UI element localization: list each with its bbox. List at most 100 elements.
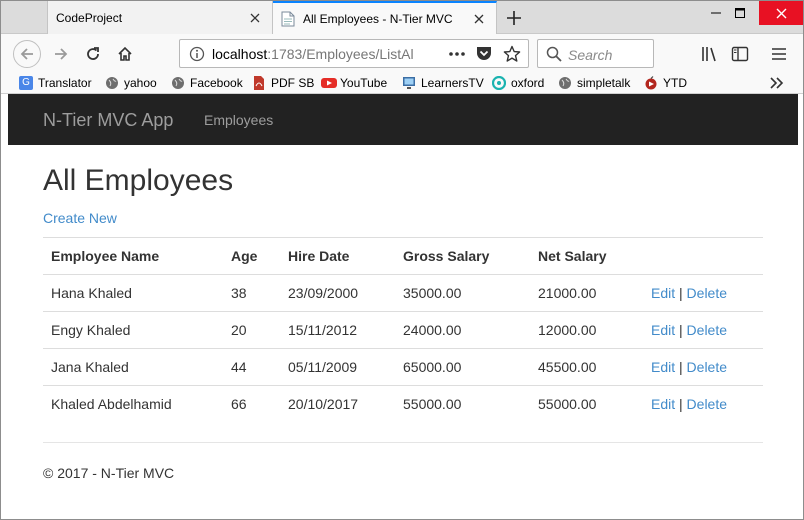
gross-salary-cell: 55000.00 [395,385,530,423]
column-header: Employee Name [43,237,223,275]
column-header: Net Salary [530,237,643,275]
browser-toolbar: localhost:1783/Employees/ListAl Search [1,34,803,72]
bookmarks-overflow-icon[interactable] [769,74,785,92]
edit-link[interactable]: Edit [651,359,675,375]
globe-icon [105,76,119,90]
close-icon[interactable] [468,8,490,30]
delete-link[interactable]: Delete [687,322,727,338]
bookmark-label: oxford [511,76,545,90]
delete-link[interactable]: Delete [687,359,727,375]
globe-icon [171,76,185,90]
column-header: Hire Date [280,237,395,275]
net-salary-cell: 55000.00 [530,385,643,423]
hire-date-cell: 15/11/2012 [280,311,395,349]
bookmark-label: Translator [38,76,92,90]
bookmark-label: yahoo [124,76,157,90]
tab-title: CodeProject [56,10,123,25]
table-row: Jana Khaled 44 05/11/2009 65000.00 45500… [43,348,763,386]
reload-button[interactable] [79,40,107,68]
oxford-icon [492,76,506,90]
employee-name-cell: Hana Khaled [43,274,223,312]
bookmark-simpletalk[interactable]: simpletalk [558,74,630,92]
site-brand[interactable]: N-Tier MVC App [43,110,173,131]
action-separator: | [679,322,683,338]
table-row: Hana Khaled 38 23/09/2000 35000.00 21000… [43,274,763,312]
employee-name-cell: Engy Khaled [43,311,223,349]
hire-date-cell: 05/11/2009 [280,348,395,386]
bookmark-learnerstv[interactable]: LearnersTV [402,74,484,92]
delete-link[interactable]: Delete [687,396,727,412]
bookmark-facebook[interactable]: Facebook [171,74,243,92]
home-button[interactable] [111,40,139,68]
net-salary-cell: 12000.00 [530,311,643,349]
translator-icon: G [19,76,33,90]
table-row: Khaled Abdelhamid 66 20/10/2017 55000.00… [43,385,763,423]
hire-date-cell: 23/09/2000 [280,274,395,312]
window-close-button[interactable] [759,1,803,25]
close-icon[interactable] [244,7,266,29]
net-salary-cell: 21000.00 [530,274,643,312]
age-cell: 66 [223,385,280,423]
bookmarks-toolbar: G Translator yahoo Facebook PDF SB YouTu… [1,72,803,94]
bookmark-label: simpletalk [577,76,631,90]
gross-salary-cell: 35000.00 [395,274,530,312]
pdf-icon [252,76,266,90]
bookmark-pdf-sb[interactable]: PDF SB [252,74,314,92]
actions-cell: Edit | Delete [643,274,763,312]
search-icon [546,46,562,62]
maximize-button[interactable] [719,1,761,25]
page-title: All Employees [43,164,234,197]
bookmark-translator[interactable]: G Translator [19,74,92,92]
action-separator: | [679,285,683,301]
info-icon[interactable] [189,46,205,62]
employee-name-cell: Jana Khaled [43,348,223,386]
library-icon[interactable] [696,40,724,68]
bookmark-yahoo[interactable]: yahoo [105,74,157,92]
age-cell: 38 [223,274,280,312]
search-input[interactable]: Search [537,39,654,68]
table-row: Engy Khaled 20 15/11/2012 24000.00 12000… [43,311,763,349]
create-new-link[interactable]: Create New [43,210,117,226]
nav-employees-link[interactable]: Employees [204,112,273,128]
menu-icon[interactable] [765,40,793,68]
column-header: Gross Salary [395,237,530,275]
actions-cell: Edit | Delete [643,385,763,423]
address-bar[interactable]: localhost:1783/Employees/ListAl [179,39,529,68]
action-separator: | [679,396,683,413]
table-header-row: Employee Name Age Hire Date Gross Salary… [43,237,763,275]
bookmark-youtube[interactable]: YouTube [321,74,387,92]
delete-link[interactable]: Delete [687,285,727,301]
tab-title: All Employees - N-Tier MVC [303,12,453,26]
edit-link[interactable]: Edit [651,322,675,338]
search-placeholder: Search [568,47,613,63]
forward-button[interactable] [47,40,75,68]
sidebar-icon[interactable] [726,40,754,68]
bookmark-star-icon[interactable] [503,45,521,63]
employee-name-cell: Khaled Abdelhamid [43,385,223,423]
bookmark-oxford[interactable]: oxford [492,74,544,92]
tab-all-employees[interactable]: All Employees - N-Tier MVC [273,1,497,35]
edit-link[interactable]: Edit [651,396,675,412]
hire-date-cell: 20/10/2017 [280,385,395,423]
bookmark-label: Facebook [190,76,243,90]
monitor-icon [402,76,416,90]
new-tab-button[interactable] [501,5,527,31]
actions-cell: Edit | Delete [643,311,763,349]
column-header: Age [223,237,280,275]
bookmark-label: LearnersTV [421,76,484,90]
bookmark-ytd[interactable]: YTD [644,74,687,92]
employees-table: Employee Name Age Hire Date Gross Salary… [43,237,763,423]
url-path: :1783/Employees/ListAl [267,46,414,62]
bookmark-label: PDF SB [271,76,315,90]
bookmark-label: YTD [663,76,687,90]
page-actions-icon[interactable] [448,46,466,62]
tab-codeproject[interactable]: CodeProject [47,1,273,34]
back-button[interactable] [13,40,41,68]
tab-strip: CodeProject All Employees - N-Tier MVC [1,1,803,35]
pocket-icon[interactable] [475,45,493,62]
age-cell: 20 [223,311,280,349]
page-icon [281,11,295,27]
net-salary-cell: 45500.00 [530,348,643,386]
globe-icon [558,76,572,90]
edit-link[interactable]: Edit [651,285,675,301]
